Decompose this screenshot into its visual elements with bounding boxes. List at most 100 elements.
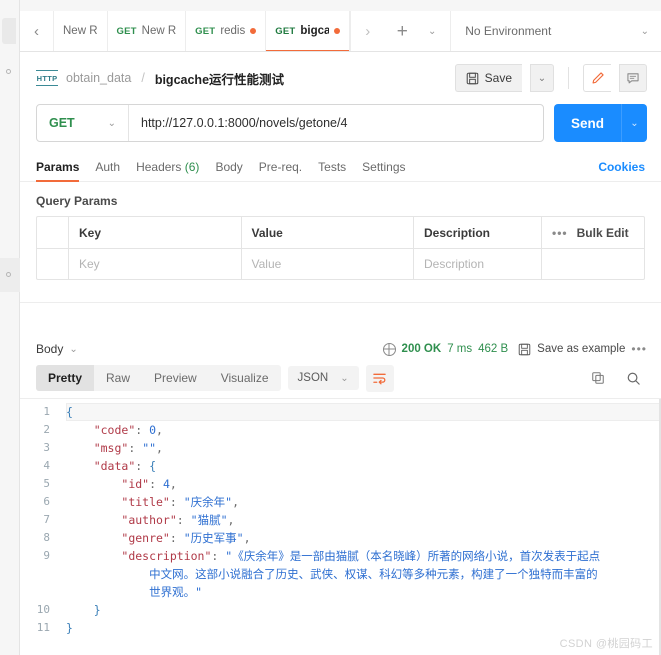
code-line-2: "code": 0, [66, 421, 660, 439]
send-options-button[interactable]: ⌄ [621, 104, 647, 142]
chevron-down-icon: ⌄ [428, 25, 437, 37]
code-line-1: { [66, 403, 660, 421]
code-token-punct: : [135, 423, 150, 437]
tab-settings[interactable]: Settings [362, 152, 405, 181]
more-options-icon[interactable]: ••• [552, 226, 568, 240]
copy-button[interactable] [584, 364, 612, 392]
code-token-key: "description" [121, 549, 212, 563]
row-cell-checkbox[interactable] [37, 249, 69, 279]
code-token-punct: , [156, 423, 163, 437]
wrap-lines-button[interactable] [365, 364, 394, 392]
tab-prerequest[interactable]: Pre-req. [259, 152, 302, 181]
tab-pretty[interactable]: Pretty [36, 365, 95, 391]
network-globe-icon [382, 342, 396, 356]
response-more-button[interactable]: ••• [631, 342, 647, 356]
request-tab-label: New R [63, 25, 98, 37]
tab-auth[interactable]: Auth [95, 152, 120, 181]
method-selector[interactable]: GET ⌄ [37, 105, 129, 141]
query-params-title: Query Params [36, 194, 118, 208]
wrap-lines-icon [373, 373, 386, 384]
code-token-value: "庆余年" [183, 495, 233, 509]
chevron-down-icon[interactable]: ⌄ [69, 344, 77, 355]
request-tab-3[interactable]: GET redis [186, 11, 267, 51]
breadcrumb-collection[interactable]: obtain_data [66, 71, 131, 85]
code-line-5: "id": 4, [66, 475, 660, 493]
bulk-edit-button[interactable]: Bulk Edit [577, 226, 629, 240]
tabs-scroll-right-button[interactable]: › [350, 11, 385, 51]
response-code-area[interactable]: 1 2 3 4 5 6 7 8 9 10 11 { "code": 0, "ms… [20, 398, 661, 655]
code-line-9-wrap-1: 中文网。这部小说融合了历史、武侠、权谋、科幻等多种元素，构建了一个独特而丰富的 [66, 565, 660, 583]
chevron-down-icon: ⌄ [537, 72, 547, 84]
row-input-key[interactable]: Key [69, 249, 242, 279]
tabs-scroll-left-button[interactable]: ‹ [20, 11, 54, 51]
code-token-key: "genre" [121, 531, 170, 545]
request-tab-label: redis [220, 25, 246, 37]
code-line-8: "genre": "历史军事", [66, 529, 660, 547]
save-button[interactable]: Save [454, 64, 522, 92]
new-tab-button[interactable]: + [388, 17, 416, 45]
response-format-selector[interactable]: JSON ⌄ [287, 366, 359, 390]
tab-list-button[interactable]: ⌄ [418, 17, 446, 45]
code-token-punct: , [232, 495, 240, 509]
code-line-9-wrap-2: 世界观。" [66, 583, 660, 601]
request-tab-label: New R [141, 25, 177, 37]
environment-selector[interactable]: No Environment ⌄ [450, 11, 661, 51]
line-number-gutter: 1 2 3 4 5 6 7 8 9 10 11 [20, 399, 58, 655]
row-input-description[interactable]: Description [414, 249, 542, 279]
cookies-link[interactable]: Cookies [598, 160, 645, 174]
line-number: 11 [36, 621, 50, 634]
http-icon-label: HTTP [36, 73, 58, 83]
send-button[interactable]: Send [553, 104, 621, 142]
request-tab-4[interactable]: GET bigca [266, 11, 351, 51]
code-token-brace: } [93, 603, 101, 617]
code-token-punct: : [169, 495, 184, 509]
code-line-9: "description": "《庆余年》是一部由猫腻（本名晓峰）所著的网络小说… [66, 547, 660, 565]
line-number: 3 [43, 441, 50, 454]
save-as-example-button[interactable]: Save as example [537, 343, 625, 355]
save-options-button[interactable]: ⌄ [530, 64, 554, 92]
search-button[interactable] [619, 364, 647, 392]
chevron-down-icon: ⌄ [107, 117, 116, 129]
tab-tests[interactable]: Tests [318, 152, 346, 181]
code-token-value: "《庆余年》是一部由猫腻（本名晓峰）所著的网络小说，首次发表于起点 [225, 549, 601, 563]
code-token-key: "data" [93, 459, 136, 473]
edit-button[interactable] [583, 64, 611, 92]
line-number-wrap [20, 583, 50, 601]
tab-params-label: Params [36, 159, 80, 174]
comment-icon [627, 73, 639, 84]
header-cell-key: Key [69, 217, 242, 248]
request-tabs: New R GET New R GET redis GET bigca [54, 11, 351, 51]
tab-visualize[interactable]: Visualize [209, 365, 281, 391]
line-number-wrap [20, 565, 50, 583]
code-token-punct: : [135, 459, 150, 473]
code-token-value: 0 [149, 423, 157, 437]
status-badge: 200 OK [401, 343, 442, 355]
tab-raw[interactable]: Raw [94, 365, 142, 391]
code-token-value: "历史军事" [183, 531, 244, 545]
request-tab-method: GET [195, 25, 216, 37]
pane-splitter[interactable] [20, 302, 661, 336]
rail-dot2-icon [6, 272, 11, 277]
line-number: 10 [36, 603, 50, 616]
table-header-row: Key Value Description ••• Bulk Edit [37, 217, 644, 248]
tab-body[interactable]: Body [215, 152, 242, 181]
floppy-disk-icon [466, 72, 478, 84]
tab-strip: ‹ New R GET New R GET redis GET bigca › … [20, 0, 661, 52]
rail-collapsed-panel-handle[interactable] [2, 18, 16, 44]
json-response-body[interactable]: { "code": 0, "msg": "", "data": { "id": … [58, 399, 661, 655]
response-time: 7 ms [447, 343, 473, 355]
code-token-key: "id" [121, 477, 150, 491]
tab-preview[interactable]: Preview [142, 365, 209, 391]
request-tab-2[interactable]: GET New R [107, 11, 187, 51]
response-view-tabs: Pretty Raw Preview Visualize [36, 365, 281, 391]
tab-params[interactable]: Params [36, 152, 80, 182]
url-input[interactable] [129, 105, 543, 141]
code-token-punct: : [149, 477, 163, 491]
code-token-punct: , [227, 513, 235, 527]
header-cell-checkbox [37, 217, 69, 248]
row-input-value[interactable]: Value [242, 249, 414, 279]
tab-headers[interactable]: Headers (6) [136, 152, 199, 181]
response-view-row: Pretty Raw Preview Visualize JSON ⌄ [20, 362, 661, 398]
comment-button[interactable] [619, 64, 647, 92]
request-tab-1[interactable]: New R [54, 11, 108, 51]
